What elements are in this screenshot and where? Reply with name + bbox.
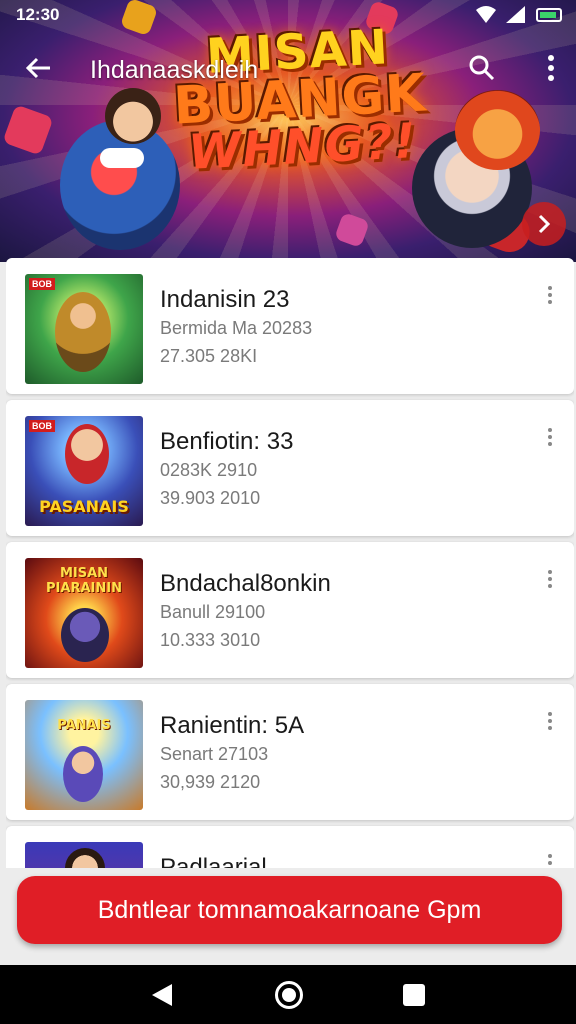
battery-icon xyxy=(536,8,562,22)
item-menu-button[interactable] xyxy=(540,422,560,452)
status-bar: 12:30 xyxy=(0,0,576,30)
app-screen: MISAN BUANGK WHNG?! 12:30 Ihdanaaskdleih xyxy=(0,0,576,1024)
item-subtitle: Bermida Ma 20283 xyxy=(160,318,313,338)
list-item[interactable]: Padlaarial xyxy=(6,826,574,868)
item-subtitle: Senart 27103 xyxy=(160,744,269,764)
more-vertical-icon xyxy=(548,293,552,297)
hero-title-line3: WHNG?! xyxy=(186,112,418,181)
nav-back-icon[interactable] xyxy=(148,983,176,1007)
nav-recents-icon[interactable] xyxy=(403,984,425,1006)
chevron-right-icon xyxy=(538,214,551,234)
item-menu-button[interactable] xyxy=(540,706,560,736)
list-item[interactable]: MISAN PIARAININ Bndachal8onkin Banull 29… xyxy=(6,542,574,678)
system-nav-bar xyxy=(0,965,576,1024)
item-menu-button[interactable] xyxy=(540,564,560,594)
thumb-caption: PASANAIS xyxy=(39,497,129,516)
item-title: Benfiotin: 33 xyxy=(160,428,294,455)
thumb-character xyxy=(63,746,103,802)
search-button[interactable] xyxy=(462,50,502,86)
robot-eyes xyxy=(100,148,144,168)
hero-devil-character xyxy=(455,90,540,170)
thumb-character xyxy=(65,424,109,484)
game-thumbnail: PANAIS xyxy=(25,700,143,810)
more-vertical-icon xyxy=(548,55,554,81)
app-bar-title: Ihdanaaskdleih xyxy=(90,56,259,84)
hero-kid-character xyxy=(105,88,161,144)
nav-home-icon[interactable] xyxy=(275,981,303,1009)
item-meta: 30,939 2120 xyxy=(160,772,261,792)
list-item[interactable]: BOB Indanisin 23 Bermida Ma 20283 27.305… xyxy=(6,258,574,394)
signal-icon xyxy=(506,6,525,23)
more-vertical-icon xyxy=(548,577,552,581)
item-meta: 10.333 3010 xyxy=(160,630,261,650)
thumb-character xyxy=(55,292,111,372)
more-vertical-icon xyxy=(548,435,552,439)
item-title: Indanisin 23 xyxy=(160,286,290,313)
app-bar: Ihdanaaskdleih xyxy=(0,40,576,96)
overflow-menu-button[interactable] xyxy=(536,50,566,86)
game-thumbnail: BOB xyxy=(25,274,143,384)
more-vertical-icon xyxy=(548,719,552,723)
thumb-badge: BOB xyxy=(29,278,55,290)
back-button[interactable] xyxy=(18,50,58,86)
item-subtitle: Banull 29100 xyxy=(160,602,266,622)
game-thumbnail: BOB PASANAIS xyxy=(25,416,143,526)
game-thumbnail: MISAN PIARAININ xyxy=(25,558,143,668)
search-icon xyxy=(469,55,495,81)
item-meta: 27.305 28KI xyxy=(160,346,258,366)
list-item[interactable]: PANAIS Ranientin: 5A Senart 27103 30,939… xyxy=(6,684,574,820)
thumb-caption: MISAN PIARAININ xyxy=(46,566,122,596)
game-thumbnail xyxy=(25,842,143,868)
wifi-icon xyxy=(476,6,496,23)
thumb-character xyxy=(61,608,109,662)
item-title: Bndachal8onkin xyxy=(160,570,331,597)
arrow-left-icon xyxy=(25,57,50,79)
item-menu-button[interactable] xyxy=(540,848,560,868)
primary-cta-button[interactable]: Bdntlear tomnamoakarnoane Gpm xyxy=(17,876,562,944)
hero-next-button[interactable] xyxy=(522,202,566,246)
more-vertical-icon xyxy=(548,861,552,865)
item-title: Padlaarial xyxy=(160,854,267,868)
status-time: 12:30 xyxy=(16,5,60,24)
thumb-character xyxy=(65,848,105,868)
item-subtitle: 0283K 2910 xyxy=(160,460,258,480)
item-menu-button[interactable] xyxy=(540,280,560,310)
status-icons xyxy=(476,6,562,24)
item-meta: 39.903 2010 xyxy=(160,488,261,508)
item-title: Ranientin: 5A xyxy=(160,712,305,739)
list-item[interactable]: BOB PASANAIS Benfiotin: 33 0283K 2910 39… xyxy=(6,400,574,536)
thumb-badge: BOB xyxy=(29,420,55,432)
thumb-caption: PANAIS xyxy=(57,718,111,733)
game-list: BOB Indanisin 23 Bermida Ma 20283 27.305… xyxy=(6,258,574,868)
